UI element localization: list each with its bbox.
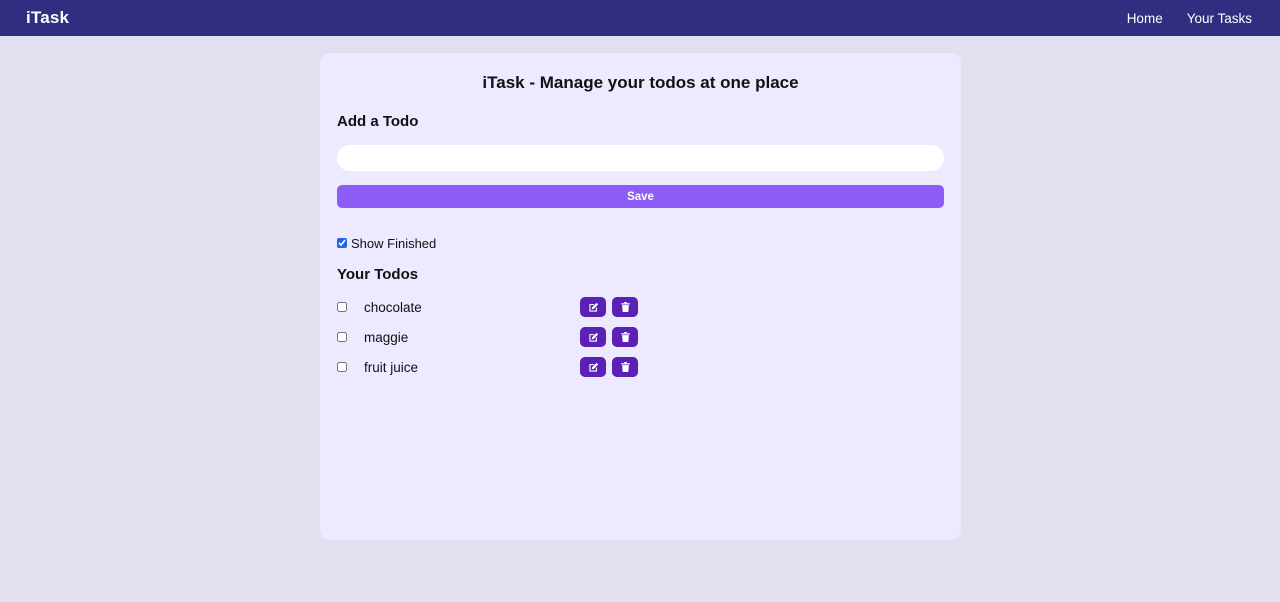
- todo-input[interactable]: [337, 145, 944, 171]
- todo-actions: [580, 327, 638, 347]
- todo-checkbox[interactable]: [337, 362, 347, 372]
- delete-button[interactable]: [612, 327, 638, 347]
- delete-button[interactable]: [612, 357, 638, 377]
- trash-icon: [620, 302, 630, 312]
- add-todo-heading: Add a Todo: [337, 113, 419, 130]
- todo-text: fruit juice: [364, 359, 419, 375]
- todo-card: iTask - Manage your todos at one place A…: [320, 53, 961, 540]
- todo-item: fruit juice: [337, 352, 944, 382]
- edit-icon: [588, 332, 598, 342]
- navbar: iTask Home Your Tasks: [0, 0, 1280, 36]
- todo-checkbox[interactable]: [337, 302, 347, 312]
- trash-icon: [620, 362, 630, 372]
- your-todos-heading: Your Todos: [337, 266, 419, 283]
- save-button[interactable]: Save: [337, 185, 944, 208]
- edit-icon: [588, 362, 598, 372]
- edit-button[interactable]: [580, 297, 606, 317]
- todo-item: maggie: [337, 322, 944, 352]
- trash-icon: [620, 332, 630, 342]
- edit-button[interactable]: [580, 327, 606, 347]
- delete-button[interactable]: [612, 297, 638, 317]
- todo-text: chocolate: [364, 299, 422, 315]
- show-finished-toggle[interactable]: Show Finished: [337, 235, 944, 251]
- todo-actions: [580, 357, 638, 377]
- todo-list: chocolate maggie fruit juice: [337, 292, 944, 382]
- nav-link-your-tasks[interactable]: Your Tasks: [1187, 11, 1252, 26]
- nav-links: Home Your Tasks: [1127, 11, 1252, 26]
- edit-icon: [588, 302, 598, 312]
- page-title: iTask - Manage your todos at one place: [482, 73, 799, 92]
- todo-actions: [580, 297, 638, 317]
- show-finished-checkbox[interactable]: [337, 238, 347, 248]
- nav-link-home[interactable]: Home: [1127, 11, 1163, 26]
- todo-item: chocolate: [337, 292, 944, 322]
- show-finished-label: Show Finished: [351, 235, 437, 251]
- todo-text: maggie: [364, 329, 409, 345]
- todo-checkbox[interactable]: [337, 332, 347, 342]
- brand-logo[interactable]: iTask: [26, 8, 69, 28]
- edit-button[interactable]: [580, 357, 606, 377]
